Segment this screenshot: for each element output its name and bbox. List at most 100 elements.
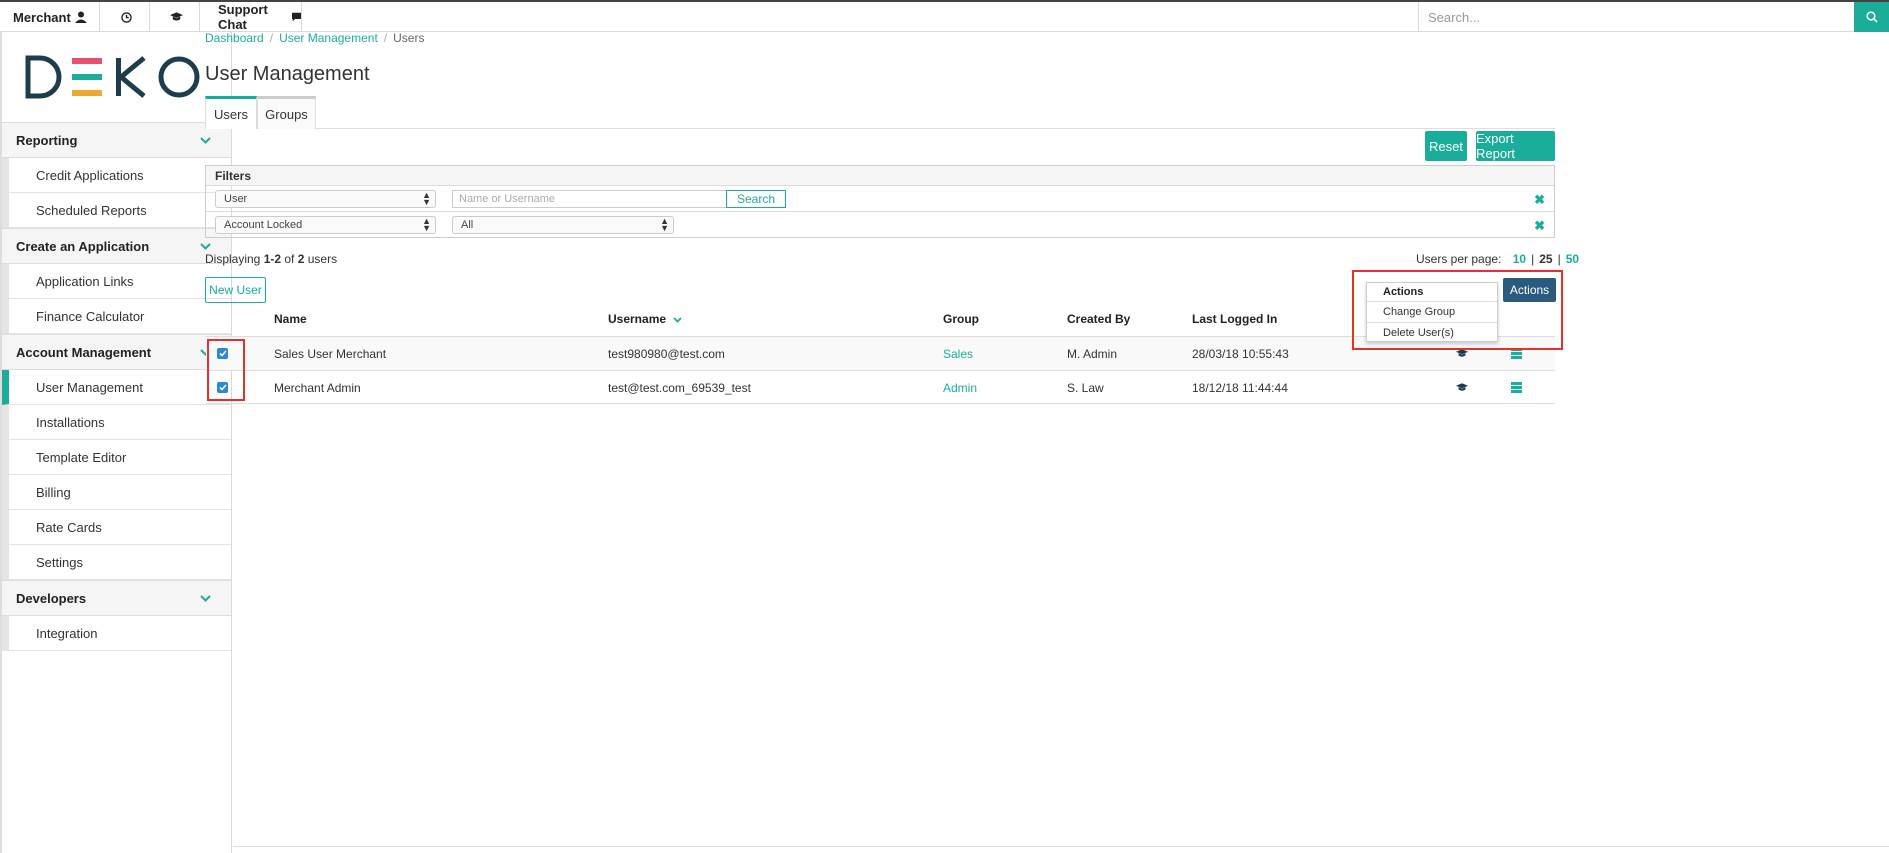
graduation-cap-icon[interactable]: [1456, 349, 1468, 358]
select-arrows-icon: ▲ ▼: [660, 216, 669, 233]
remove-filter-icon[interactable]: ✖: [1534, 192, 1545, 208]
clock-icon: [121, 11, 132, 23]
cell-username: test@test.com_69539_test: [608, 381, 751, 395]
sidebar-section-label: Developers: [16, 590, 87, 606]
sidebar-section-create-application[interactable]: Create an Application: [2, 228, 231, 264]
column-header-last-logged-in[interactable]: Last Logged In: [1192, 312, 1277, 326]
sidebar-section-label: Reporting: [16, 132, 78, 148]
column-header-group[interactable]: Group: [943, 312, 979, 326]
merchant-menu[interactable]: Merchant: [0, 2, 100, 32]
sort-chevron-icon: [673, 317, 683, 323]
tab-bar: Users Groups: [205, 96, 1555, 129]
sidebar-item-integration[interactable]: Integration: [2, 616, 231, 651]
tab-groups[interactable]: Groups: [257, 96, 316, 129]
sidebar-item-template-editor[interactable]: Template Editor: [2, 440, 231, 475]
sidebar-item-scheduled-reports[interactable]: Scheduled Reports: [2, 193, 231, 228]
cell-created-by: M. Admin: [1067, 347, 1118, 361]
filter-row-user: User ▲ ▼ Name or Username Search ✖: [206, 186, 1554, 212]
cell-last-logged-in: 28/03/18 10:55:43: [1192, 347, 1289, 361]
merchant-label: Merchant: [13, 9, 71, 25]
graduation-cap-icon: [170, 12, 183, 21]
results-count: Displaying 1-2 of 2 users: [205, 252, 337, 266]
filters-heading: Filters: [206, 166, 1554, 186]
per-page-option-25[interactable]: 25: [1539, 252, 1552, 266]
sidebar: Reporting Credit Applications Scheduled …: [0, 32, 232, 853]
results-range: 1-2: [263, 252, 282, 266]
tab-users[interactable]: Users: [205, 96, 257, 129]
filter-value-text: All: [461, 219, 474, 231]
results-of: of: [281, 252, 298, 266]
filter-search-button[interactable]: Search: [726, 190, 786, 208]
sidebar-section-reporting[interactable]: Reporting: [2, 122, 231, 158]
support-chat-button[interactable]: Support Chat: [200, 2, 302, 32]
chevron-down-icon: [200, 242, 211, 250]
filter-field-value: Account Locked: [224, 219, 303, 231]
sidebar-item-label: Application Links: [36, 273, 134, 289]
reset-button[interactable]: Reset: [1425, 131, 1467, 161]
per-page-option-10[interactable]: 10: [1513, 252, 1526, 266]
filter-field-value: User: [224, 193, 248, 205]
sidebar-item-credit-applications[interactable]: Credit Applications: [2, 158, 231, 193]
chevron-down-icon: [200, 136, 211, 144]
new-user-button[interactable]: New User: [205, 277, 266, 303]
details-list-icon[interactable]: [1511, 382, 1522, 393]
sidebar-item-finance-calculator[interactable]: Finance Calculator: [2, 299, 231, 334]
column-header-username[interactable]: Username: [608, 312, 683, 326]
users-per-page: Users per page: 10 | 25 | 50: [1416, 252, 1580, 266]
sidebar-section-developers[interactable]: Developers: [2, 580, 231, 616]
app-frame: Merchant Support Chat Search... Reportin…: [0, 0, 1889, 853]
filter-value-select[interactable]: All ▲ ▼: [452, 216, 674, 234]
sidebar-section-account-management[interactable]: Account Management: [2, 334, 231, 370]
cell-name: Sales User Merchant: [274, 347, 387, 361]
cell-last-logged-in: 18/12/18 11:44:44: [1192, 381, 1288, 395]
sidebar-item-label: Billing: [36, 484, 71, 500]
sidebar-item-billing[interactable]: Billing: [2, 475, 231, 510]
results-prefix: Displaying: [205, 252, 264, 266]
cell-group-link[interactable]: Admin: [943, 381, 977, 395]
breadcrumb-user-management[interactable]: User Management: [279, 31, 378, 45]
global-search: [1418, 2, 1854, 32]
filter-field-select[interactable]: User ▲ ▼: [215, 190, 436, 208]
sidebar-item-installations[interactable]: Installations: [2, 405, 231, 440]
breadcrumb: Dashboard / User Management / Users: [205, 31, 425, 45]
filter-row-account-locked: Account Locked ▲ ▼ All ▲ ▼ ✖: [206, 212, 1554, 238]
select-arrows-icon: ▲ ▼: [422, 190, 431, 207]
sidebar-item-label: Scheduled Reports: [36, 202, 147, 218]
highlight-box-checkboxes: [207, 339, 245, 401]
sidebar-item-user-management[interactable]: User Management: [2, 370, 231, 405]
sidebar-item-label: User Management: [36, 379, 143, 395]
main-content: Dashboard / User Management / Users User Man…: [205, 31, 1889, 853]
sidebar-item-label: Rate Cards: [36, 519, 102, 535]
top-bar: Merchant Support Chat: [0, 0, 1889, 32]
column-header-label: Username: [608, 312, 667, 326]
bottom-divider: [233, 846, 1889, 847]
graduation-cap-icon[interactable]: [1456, 383, 1468, 392]
per-page-option-50[interactable]: 50: [1566, 252, 1579, 266]
sidebar-item-label: Settings: [36, 554, 83, 570]
breadcrumb-dashboard[interactable]: Dashboard: [205, 31, 264, 45]
sidebar-item-rate-cards[interactable]: Rate Cards: [2, 510, 231, 545]
sidebar-item-application-links[interactable]: Application Links: [2, 264, 231, 299]
sidebar-item-settings[interactable]: Settings: [2, 545, 231, 580]
history-button[interactable]: [100, 2, 150, 32]
name-username-input[interactable]: Name or Username: [452, 190, 726, 208]
chevron-down-icon: [200, 594, 211, 602]
sidebar-item-label: Installations: [36, 414, 105, 430]
deko-logo-graphic: [25, 55, 199, 99]
sidebar-item-label: Credit Applications: [36, 167, 144, 183]
column-header-created-by[interactable]: Created By: [1067, 312, 1130, 326]
sidebar-item-label: Template Editor: [36, 449, 127, 465]
remove-filter-icon[interactable]: ✖: [1534, 218, 1545, 234]
global-search-button[interactable]: [1854, 2, 1889, 32]
sidebar-section-label: Account Management: [16, 344, 152, 360]
cell-group-link[interactable]: Sales: [943, 347, 973, 361]
training-button[interactable]: [150, 2, 200, 32]
table-row[interactable]: Merchant Admin test@test.com_69539_test …: [206, 370, 1555, 404]
global-search-input[interactable]: [1428, 9, 1848, 25]
cell-created-by: S. Law: [1067, 381, 1104, 395]
deko-logo[interactable]: [2, 32, 231, 122]
export-report-button[interactable]: Export Report: [1476, 131, 1555, 161]
column-header-name[interactable]: Name: [274, 312, 307, 326]
results-suffix: users: [304, 252, 338, 266]
filter-field-select[interactable]: Account Locked ▲ ▼: [215, 216, 436, 234]
